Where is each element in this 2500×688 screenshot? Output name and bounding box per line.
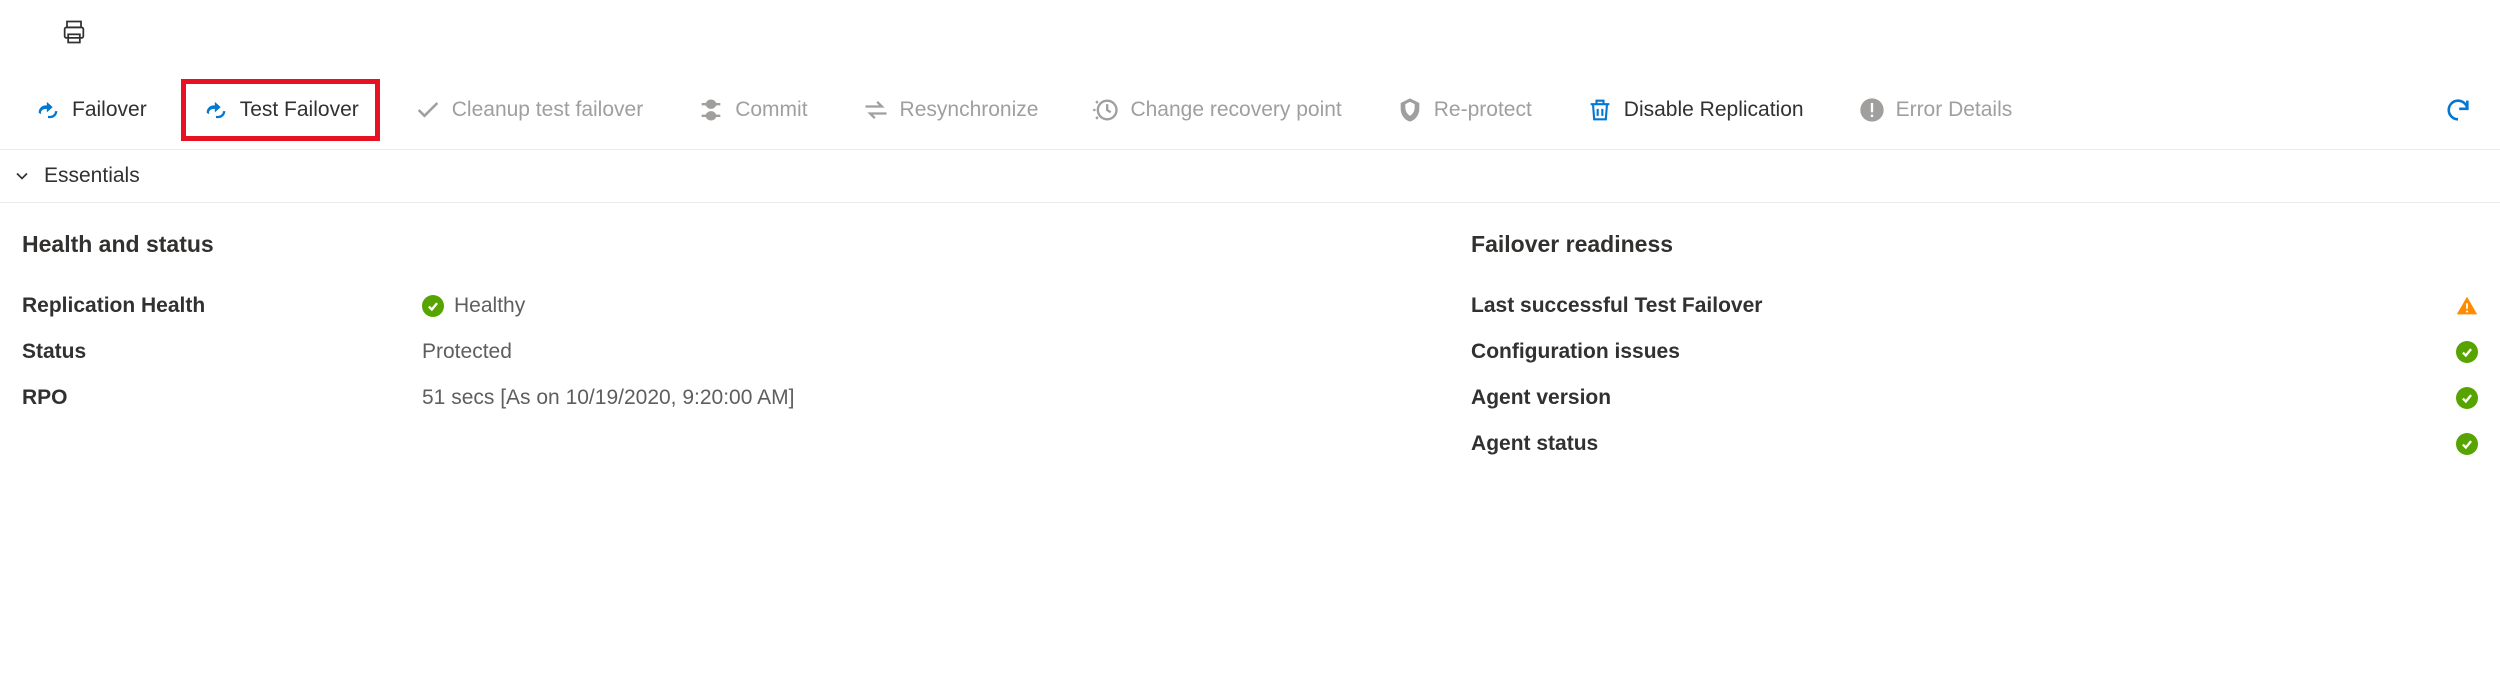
replication-health-row: Replication Health Healthy <box>22 294 1471 318</box>
error-icon <box>1858 96 1886 124</box>
commit-icon <box>697 96 725 124</box>
healthy-status-icon <box>422 295 444 317</box>
print-button[interactable] <box>60 18 88 52</box>
essentials-label: Essentials <box>44 164 140 188</box>
reprotect-label: Re-protect <box>1434 98 1532 122</box>
agent-version-row: Agent version <box>1471 386 2478 410</box>
resync-label: Resynchronize <box>900 98 1039 122</box>
commit-label: Commit <box>735 98 807 122</box>
history-icon <box>1092 96 1120 124</box>
test-failover-label: Test Failover <box>240 98 359 122</box>
success-icon <box>2456 387 2478 409</box>
replication-health-text: Healthy <box>454 294 525 318</box>
status-row: Status Protected <box>22 340 1471 364</box>
essentials-toggle[interactable]: Essentials <box>0 150 2500 203</box>
rpo-label: RPO <box>22 386 422 410</box>
status-value: Protected <box>422 340 512 364</box>
replication-health-value: Healthy <box>422 294 525 318</box>
replication-health-label: Replication Health <box>22 294 422 318</box>
health-status-section: Health and status Replication Health Hea… <box>22 231 1471 478</box>
command-bar: Failover Test Failover Cleanup test fail… <box>0 71 2500 150</box>
rpo-value: 51 secs [As on 10/19/2020, 9:20:00 AM] <box>422 386 794 410</box>
failover-label: Failover <box>72 98 147 122</box>
health-status-title: Health and status <box>22 231 1471 258</box>
chevron-down-icon <box>12 166 32 186</box>
reprotect-icon <box>1396 96 1424 124</box>
commit-button[interactable]: Commit <box>677 80 827 140</box>
failover-readiness-section: Failover readiness Last successful Test … <box>1471 231 2478 478</box>
change-recovery-point-button[interactable]: Change recovery point <box>1072 80 1361 140</box>
disable-replication-button[interactable]: Disable Replication <box>1566 80 1824 140</box>
failover-readiness-title: Failover readiness <box>1471 231 2478 258</box>
agent-status-row: Agent status <box>1471 432 2478 456</box>
error-details-label: Error Details <box>1896 98 2013 122</box>
trash-icon <box>1586 96 1614 124</box>
failover-button[interactable]: Failover <box>14 80 167 140</box>
content-area: Health and status Replication Health Hea… <box>0 203 2500 506</box>
checkmark-icon <box>414 96 442 124</box>
success-icon <box>2456 341 2478 363</box>
success-icon <box>2456 433 2478 455</box>
rpo-row: RPO 51 secs [As on 10/19/2020, 9:20:00 A… <box>22 386 1471 410</box>
agent-version-label: Agent version <box>1471 386 1611 410</box>
warning-icon <box>2456 295 2478 317</box>
print-icon <box>60 18 88 46</box>
error-details-button[interactable]: Error Details <box>1838 80 2033 140</box>
reprotect-button[interactable]: Re-protect <box>1376 80 1552 140</box>
refresh-button[interactable] <box>2430 80 2486 140</box>
config-issues-row: Configuration issues <box>1471 340 2478 364</box>
agent-status-label: Agent status <box>1471 432 1598 456</box>
config-issues-label: Configuration issues <box>1471 340 1680 364</box>
refresh-icon <box>2444 96 2472 124</box>
change-recovery-label: Change recovery point <box>1130 98 1341 122</box>
failover-icon <box>34 96 62 124</box>
cleanup-label: Cleanup test failover <box>452 98 643 122</box>
test-failover-button[interactable]: Test Failover <box>181 79 380 141</box>
test-failover-icon <box>202 96 230 124</box>
last-test-failover-row: Last successful Test Failover <box>1471 294 2478 318</box>
cleanup-test-failover-button[interactable]: Cleanup test failover <box>394 80 663 140</box>
disable-replication-label: Disable Replication <box>1624 98 1804 122</box>
resynchronize-button[interactable]: Resynchronize <box>842 80 1059 140</box>
status-label: Status <box>22 340 422 364</box>
last-test-failover-label: Last successful Test Failover <box>1471 294 1762 318</box>
resync-icon <box>862 96 890 124</box>
